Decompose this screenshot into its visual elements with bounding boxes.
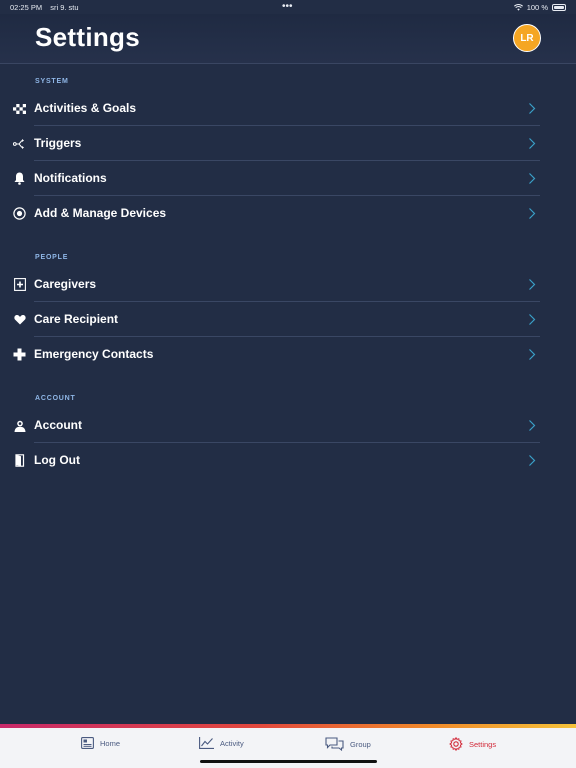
chevron-right-icon	[526, 102, 538, 115]
settings-item-activities-and-goals[interactable]: Activities & Goals	[0, 91, 576, 126]
chevron-right-icon	[526, 419, 538, 432]
chevron-right-icon	[526, 348, 538, 361]
battery-percent: 100 %	[526, 3, 548, 12]
status-date: sri 9. stu	[50, 3, 79, 12]
chevron-right-icon	[529, 455, 536, 466]
settings-item-label: Log Out	[34, 453, 80, 467]
caregivers-icon	[13, 278, 26, 291]
tab-home-label: Home	[100, 738, 121, 748]
settings-item-label: Care Recipient	[34, 312, 119, 326]
settings-item-label: Emergency Contacts	[34, 347, 154, 361]
tab-group[interactable]: Group	[325, 737, 371, 751]
avatar[interactable]: LR	[513, 24, 541, 52]
triggers-icon	[13, 137, 26, 150]
settings-item-account[interactable]: Account	[0, 408, 576, 443]
chat-bubbles-icon	[325, 737, 344, 751]
battery-fill	[554, 6, 564, 9]
chevron-right-icon	[526, 172, 538, 185]
settings-item-notifications[interactable]: Notifications	[0, 161, 576, 196]
chevron-right-icon	[526, 207, 538, 220]
status-left: 02:25 PM sri 9. stu	[10, 3, 79, 12]
chevron-right-icon	[526, 278, 538, 291]
heart-icon	[13, 313, 26, 326]
settings-item-label: Activities & Goals	[34, 101, 137, 115]
bell-icon	[13, 172, 26, 185]
home-indicator[interactable]	[200, 760, 377, 763]
header: Settings LR	[0, 14, 576, 64]
chevron-right-icon	[526, 313, 538, 326]
multitasking-dots[interactable]: •••	[282, 1, 293, 12]
tab-activity-label: Activity	[220, 738, 244, 748]
battery-icon	[552, 4, 566, 11]
status-bar: 02:25 PM sri 9. stu ••• 100 %	[0, 0, 576, 14]
plus-icon	[13, 348, 26, 361]
chevron-right-icon	[529, 279, 536, 290]
chevron-right-icon	[529, 314, 536, 325]
settings-item-log-out[interactable]: Log Out	[0, 443, 576, 478]
tab-settings-label: Settings	[469, 739, 497, 749]
wifi-icon	[513, 4, 523, 11]
settings-item-label: Triggers	[34, 136, 82, 150]
user-icon	[13, 419, 26, 432]
chevron-right-icon	[529, 420, 536, 431]
page-title: Settings	[35, 22, 140, 52]
settings-item-add-and-manage-devices[interactable]: Add & Manage Devices	[0, 196, 576, 231]
settings-item-care-recipient[interactable]: Care Recipient	[0, 302, 576, 337]
status-time: 02:25 PM	[10, 3, 43, 12]
tab-group-label: Group	[350, 739, 371, 749]
chevron-right-icon	[529, 103, 536, 114]
section-label-system: SYSTEM	[35, 78, 69, 85]
status-right: 100 %	[513, 3, 566, 12]
checkered-flag-icon	[13, 102, 26, 115]
settings-item-caregivers[interactable]: Caregivers	[0, 267, 576, 302]
activity-chart-icon	[199, 737, 214, 749]
tab-settings[interactable]: Settings	[449, 737, 496, 751]
settings-item-label: Add & Manage Devices	[34, 206, 167, 220]
settings-item-emergency-contacts[interactable]: Emergency Contacts	[0, 337, 576, 372]
chevron-right-icon	[529, 138, 536, 149]
device-icon	[13, 207, 26, 220]
settings-item-label: Caregivers	[34, 277, 97, 291]
gear-icon	[449, 737, 463, 751]
section-label-account: ACCOUNT	[35, 395, 76, 402]
section-label-people: PEOPLE	[35, 254, 69, 261]
logout-icon	[13, 454, 26, 467]
chevron-right-icon	[526, 137, 538, 150]
tab-home[interactable]: Home	[81, 737, 120, 749]
chevron-right-icon	[529, 349, 536, 360]
home-icon	[81, 737, 94, 749]
chevron-right-icon	[529, 208, 536, 219]
settings-item-label: Account	[34, 418, 82, 432]
chevron-right-icon	[529, 173, 536, 184]
settings-item-triggers[interactable]: Triggers	[0, 126, 576, 161]
chevron-right-icon	[526, 454, 538, 467]
tab-activity[interactable]: Activity	[199, 737, 244, 749]
settings-item-label: Notifications	[34, 171, 107, 185]
tab-bar: Home Activity Group Settings	[0, 728, 576, 768]
